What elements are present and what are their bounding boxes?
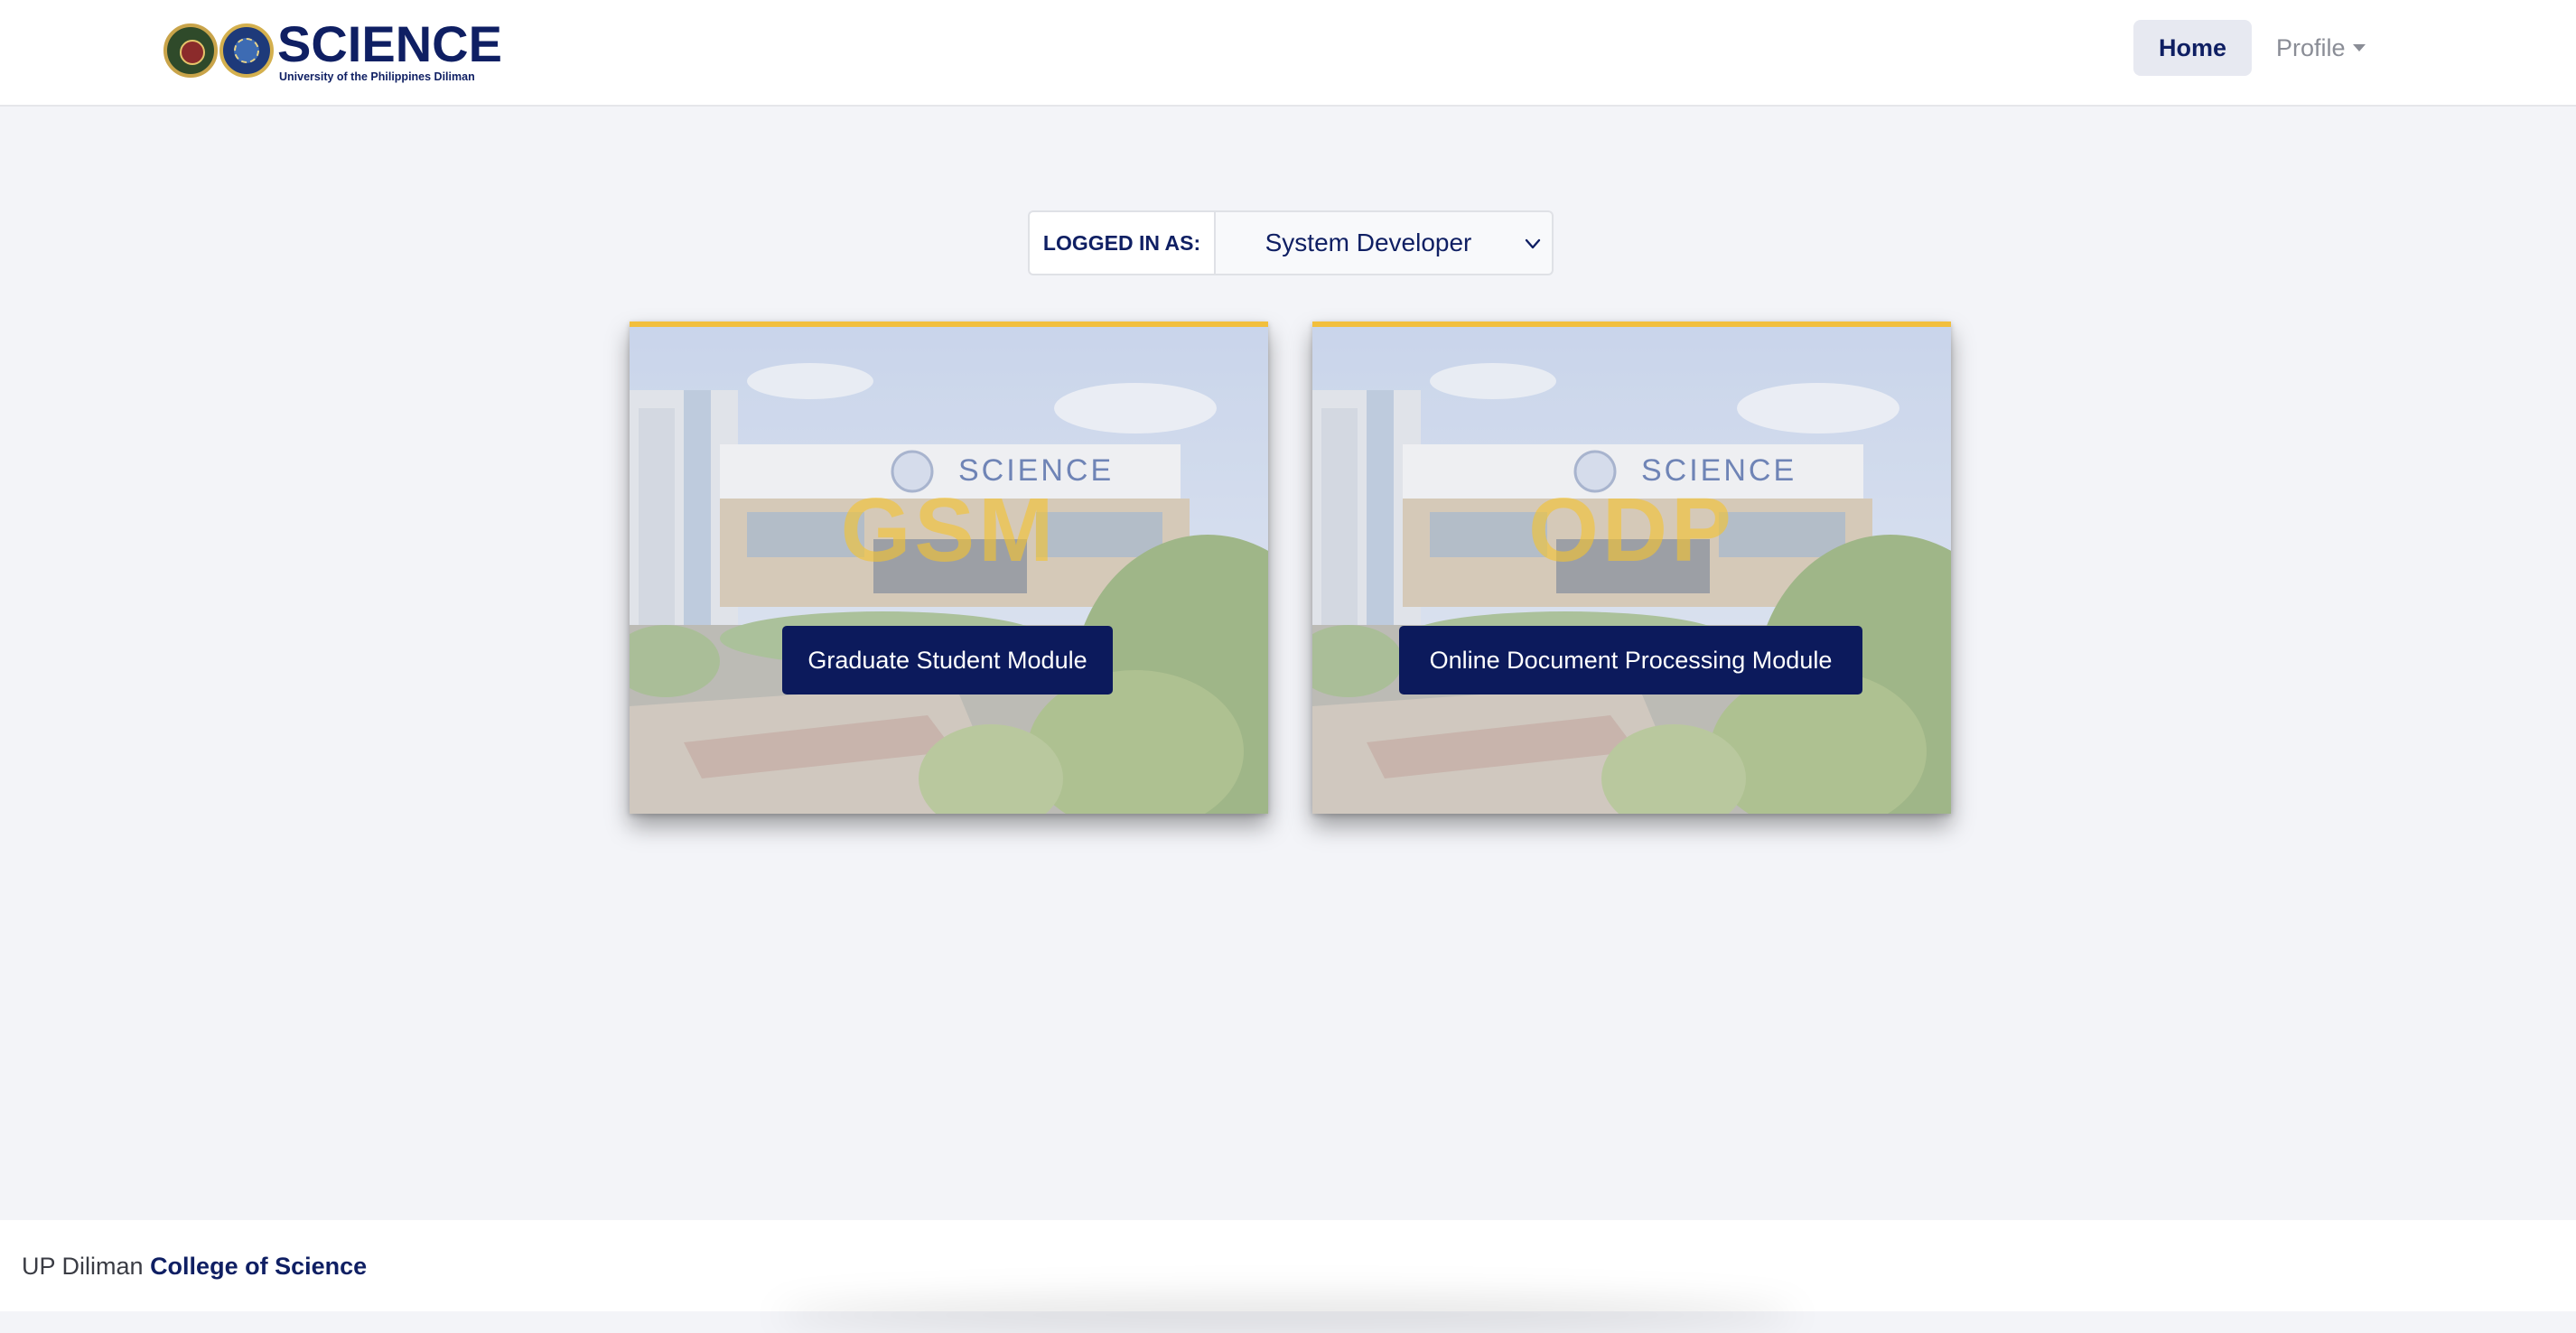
chevron-down-icon [1525, 238, 1541, 249]
online-document-processing-module-button[interactable]: Online Document Processing Module [1399, 626, 1862, 694]
college-seal-icon [219, 23, 274, 78]
role-selector-group: LOGGED IN AS: System Developer [1028, 210, 1554, 275]
role-select[interactable]: System Developer [1216, 210, 1554, 275]
footer-prefix: UP Diliman [22, 1253, 144, 1280]
module-card-gsm[interactable]: SCIENCE GSM Graduate Student Module [630, 322, 1268, 814]
caret-down-icon [2352, 44, 2366, 51]
footer-credit: UP Diliman College of Science [22, 1253, 367, 1281]
nav-profile-label: Profile [2276, 33, 2346, 61]
role-select-value: System Developer [1265, 228, 1472, 256]
top-navbar: SCIENCE University of the Philippines Di… [0, 0, 2576, 107]
footer-college-name: College of Science [150, 1253, 368, 1280]
module-watermark: ODP [1528, 480, 1735, 581]
page-footer: UP Diliman College of Science [0, 1220, 2576, 1333]
brand-title: SCIENCE [277, 14, 502, 72]
up-seal-icon [163, 23, 218, 78]
graduate-student-module-button[interactable]: Graduate Student Module [782, 626, 1113, 694]
brand-logo[interactable]: SCIENCE University of the Philippines Di… [163, 18, 502, 82]
brand-subtitle: University of the Philippines Diliman [279, 70, 475, 83]
nav-profile-dropdown[interactable]: Profile [2276, 20, 2366, 76]
module-watermark: GSM [840, 480, 1058, 581]
footer-shadow [777, 1297, 1797, 1333]
module-card-odp[interactable]: SCIENCE ODP Online Document Processing M… [1312, 322, 1951, 814]
logged-in-as-label: LOGGED IN AS: [1028, 210, 1216, 275]
brand-text: SCIENCE University of the Philippines Di… [277, 14, 502, 83]
nav-home-button[interactable]: Home [2133, 20, 2252, 76]
